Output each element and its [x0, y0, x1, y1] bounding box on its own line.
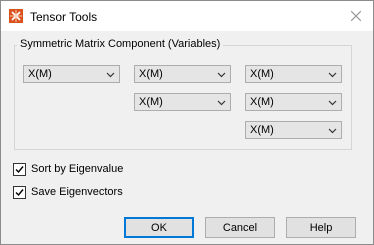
- dropdown-value: X(M): [250, 96, 274, 108]
- tensor-tools-app-icon: [9, 9, 23, 23]
- chevron-down-icon: [106, 72, 115, 78]
- component-dropdown-4[interactable]: X(M): [134, 93, 231, 111]
- cancel-button[interactable]: Cancel: [205, 217, 275, 238]
- component-dropdown-5[interactable]: X(M): [245, 93, 342, 111]
- save-eigenvectors-checkbox[interactable]: [13, 186, 26, 199]
- window-title: Tensor Tools: [30, 10, 98, 24]
- chevron-down-icon: [217, 100, 226, 106]
- close-icon: [351, 11, 361, 21]
- ok-button[interactable]: OK: [124, 217, 194, 238]
- chevron-down-icon: [328, 72, 337, 78]
- checkmark-icon: [15, 166, 24, 174]
- groupbox-label: Symmetric Matrix Component (Variables): [17, 38, 224, 50]
- save-eigenvectors-label[interactable]: Save Eigenvectors: [31, 186, 123, 198]
- dropdown-value: X(M): [250, 124, 274, 136]
- sort-by-eigenvalue-checkbox[interactable]: [13, 163, 26, 176]
- dropdown-value: X(M): [139, 96, 163, 108]
- dropdown-value: X(M): [139, 68, 163, 80]
- close-button[interactable]: [343, 5, 369, 27]
- dropdown-value: X(M): [250, 68, 274, 80]
- component-dropdown-6[interactable]: X(M): [245, 121, 342, 139]
- component-dropdown-2[interactable]: X(M): [134, 65, 231, 83]
- help-button[interactable]: Help: [286, 217, 356, 238]
- chevron-down-icon: [217, 72, 226, 78]
- sort-by-eigenvalue-label[interactable]: Sort by Eigenvalue: [31, 163, 123, 175]
- dropdown-value: X(M): [28, 68, 52, 80]
- chevron-down-icon: [328, 100, 337, 106]
- title-bar[interactable]: Tensor Tools: [1, 1, 373, 31]
- component-dropdown-3[interactable]: X(M): [245, 65, 342, 83]
- tensor-tools-dialog: Tensor Tools Symmetric Matrix Component …: [0, 0, 374, 245]
- checkmark-icon: [15, 189, 24, 197]
- chevron-down-icon: [328, 128, 337, 134]
- component-dropdown-1[interactable]: X(M): [23, 65, 120, 83]
